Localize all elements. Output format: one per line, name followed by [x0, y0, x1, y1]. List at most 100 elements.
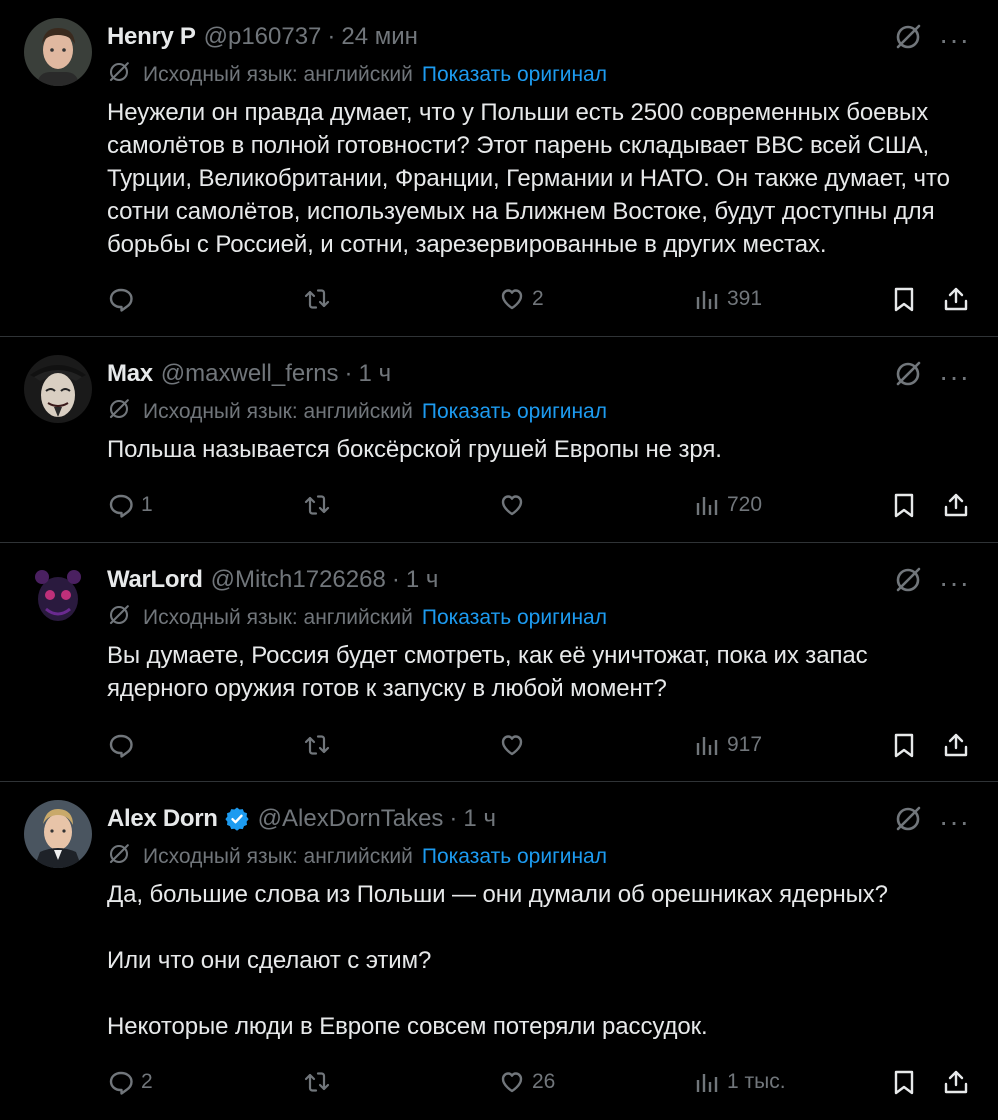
avatar[interactable] [24, 561, 92, 629]
reply-feed: Henry P @p160737 · 24 мин ··· Исходный я… [0, 0, 998, 1120]
timestamp[interactable]: 1 ч [406, 566, 439, 594]
show-original-link[interactable]: Показать оригинал [422, 606, 607, 630]
more-options-icon[interactable]: ··· [939, 568, 970, 596]
reply-count: 2 [141, 1070, 153, 1093]
heart-icon [501, 1072, 523, 1093]
timestamp[interactable]: 24 мин [341, 23, 418, 51]
grok-icon[interactable] [893, 565, 923, 600]
show-original-link[interactable]: Показать оригинал [422, 400, 607, 424]
heart-icon [501, 289, 523, 310]
share-button[interactable] [942, 1067, 970, 1097]
more-options-icon[interactable]: ··· [939, 807, 970, 835]
timestamp[interactable]: 1 ч [359, 360, 392, 388]
bookmark-button[interactable] [890, 490, 918, 520]
repost-button[interactable] [303, 284, 337, 314]
heart-icon [501, 735, 523, 756]
reply-icon [109, 288, 133, 312]
author-handle[interactable]: @maxwell_ferns [161, 360, 339, 388]
bookmark-icon [894, 493, 914, 518]
translate-note: Исходный язык: английский [143, 400, 413, 423]
repost-icon [304, 1072, 330, 1092]
grok-icon[interactable] [893, 804, 923, 839]
share-icon [944, 493, 968, 517]
translate-note: Исходный язык: английский [143, 606, 413, 629]
repost-button[interactable] [303, 490, 337, 520]
avatar[interactable] [24, 18, 92, 86]
translate-icon [107, 842, 143, 872]
reply-button[interactable]: 2 [107, 1067, 153, 1097]
author-name[interactable]: Max [107, 360, 153, 388]
like-button[interactable]: 2 [498, 284, 544, 314]
more-options-icon[interactable]: ··· [939, 25, 970, 53]
repost-button[interactable] [303, 730, 337, 760]
analytics-icon [696, 737, 718, 755]
author-handle[interactable]: @p160737 [204, 23, 322, 51]
tweet[interactable]: Henry P @p160737 · 24 мин ··· Исходный я… [0, 0, 998, 337]
views-button[interactable]: 391 [693, 284, 762, 314]
translate-icon [107, 60, 143, 90]
reply-icon [109, 1071, 133, 1095]
more-options-icon[interactable]: ··· [939, 362, 970, 390]
avatar[interactable] [24, 355, 92, 423]
timestamp[interactable]: 1 ч [463, 805, 496, 833]
bookmark-button[interactable] [890, 284, 918, 314]
share-button[interactable] [942, 730, 970, 760]
tweet-text: Да, большие слова из Польши — они думали… [107, 881, 888, 1040]
show-original-link[interactable]: Показать оригинал [422, 63, 607, 87]
bookmark-icon [894, 733, 914, 758]
author-name[interactable]: Henry P [107, 23, 196, 51]
like-count: 2 [532, 287, 544, 310]
show-original-link[interactable]: Показать оригинал [422, 845, 607, 869]
views-button[interactable]: 917 [693, 730, 762, 760]
analytics-icon [696, 497, 718, 515]
verified-badge-icon[interactable] [224, 806, 250, 832]
reply-button[interactable]: 1 [107, 490, 153, 520]
separator-dot: · [449, 805, 458, 832]
tweet-text: Вы думаете, Россия будет смотреть, как е… [107, 642, 875, 702]
bookmark-button[interactable] [890, 1067, 918, 1097]
action-bar: 2 391 [107, 284, 970, 314]
heart-icon [501, 495, 523, 516]
author-name[interactable]: Alex Dorn [107, 805, 218, 833]
view-count: 917 [727, 733, 763, 756]
repost-button[interactable] [303, 1067, 337, 1097]
tweet[interactable]: Alex Dorn @AlexDornTakes · 1 ч ··· Исход… [0, 782, 998, 1120]
reply-button[interactable] [107, 284, 141, 314]
share-icon [944, 287, 968, 311]
share-button[interactable] [942, 490, 970, 520]
analytics-icon [696, 291, 718, 309]
repost-icon [304, 289, 330, 309]
author-handle[interactable]: @Mitch1726268 [211, 566, 386, 594]
bookmark-button[interactable] [890, 730, 918, 760]
action-bar: 1 720 [107, 490, 970, 520]
action-bar: 917 [107, 730, 970, 760]
grok-icon[interactable] [893, 359, 923, 394]
reply-button[interactable] [107, 730, 141, 760]
tweet[interactable]: Max @maxwell_ferns · 1 ч ··· Исходный яз… [0, 337, 998, 543]
views-button[interactable]: 720 [693, 490, 762, 520]
author-name[interactable]: WarLord [107, 566, 203, 594]
avatar[interactable] [24, 800, 92, 868]
views-button[interactable]: 1 тыс. [693, 1067, 786, 1097]
repost-icon [304, 735, 330, 755]
bookmark-icon [894, 287, 914, 312]
translate-icon [107, 603, 143, 633]
translate-icon [107, 397, 143, 427]
translate-note: Исходный язык: английский [143, 63, 413, 86]
separator-dot: · [327, 23, 336, 50]
like-button[interactable] [498, 730, 532, 760]
view-count: 391 [727, 287, 763, 310]
like-button[interactable] [498, 490, 532, 520]
tweet[interactable]: WarLord @Mitch1726268 · 1 ч ··· Исходный… [0, 543, 998, 782]
like-button[interactable]: 26 [498, 1067, 555, 1097]
share-icon [944, 1070, 968, 1094]
share-button[interactable] [942, 284, 970, 314]
reply-icon [109, 494, 133, 518]
author-handle[interactable]: @AlexDornTakes [258, 805, 444, 833]
grok-icon[interactable] [893, 22, 923, 57]
like-count: 26 [532, 1070, 556, 1093]
separator-dot: · [344, 360, 353, 387]
tweet-text: Польша называется боксёрской грушей Евро… [107, 436, 722, 463]
reply-icon [109, 734, 133, 758]
view-count: 720 [727, 493, 763, 516]
